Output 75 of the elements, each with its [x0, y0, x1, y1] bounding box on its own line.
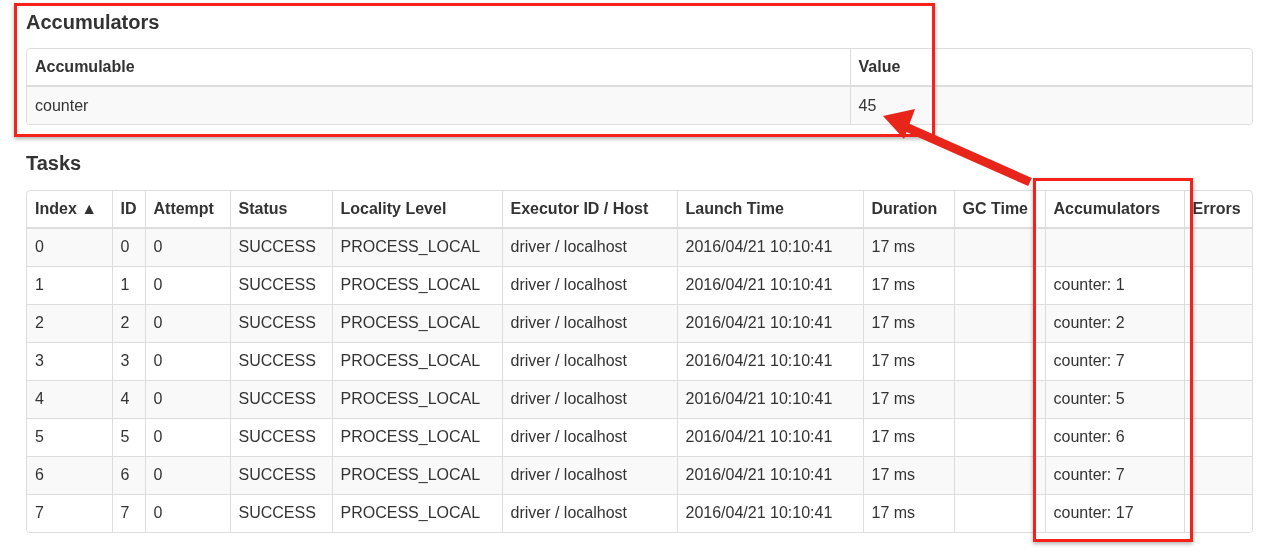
- table-cell: counter: [35, 96, 89, 114]
- table-cell: 5: [120, 428, 130, 445]
- table-cell: counter: 17: [1053, 504, 1134, 522]
- section-title: Accumulators: [26, 10, 161, 35]
- table-cell: counter: 6: [1053, 428, 1125, 445]
- table-cell: 0: [153, 504, 163, 522]
- table-cell: 45: [858, 96, 877, 114]
- table-cell: counter: 1: [1053, 276, 1125, 293]
- table-cell: SUCCESS: [238, 276, 316, 293]
- table-cell: 0: [153, 314, 163, 331]
- table-cell: SUCCESS: [238, 504, 316, 522]
- table-cell: SUCCESS: [238, 466, 316, 483]
- table-cell: 17 ms: [871, 466, 916, 483]
- table-cell: 3: [120, 352, 130, 369]
- table-cell: 0: [153, 428, 163, 445]
- table-cell: 1: [35, 276, 44, 293]
- table-cell: driver / localhost: [510, 428, 627, 445]
- table-cell: PROCESS_LOCAL: [340, 504, 481, 522]
- table-cell: PROCESS_LOCAL: [340, 390, 481, 407]
- table-cell: 17 ms: [871, 238, 916, 256]
- table-cell: 4: [35, 390, 44, 407]
- table-cell: 0: [153, 352, 163, 369]
- table-cell: driver / localhost: [510, 238, 627, 256]
- table-cell: counter: 7: [1053, 352, 1125, 369]
- table-cell: 7: [120, 504, 130, 522]
- table-cell: 2: [120, 314, 130, 331]
- table-cell: SUCCESS: [238, 238, 316, 256]
- table-cell: driver / localhost: [510, 466, 627, 483]
- table-cell: 17 ms: [871, 504, 916, 522]
- table-cell: 0: [153, 466, 163, 483]
- table-cell: 6: [35, 466, 44, 483]
- table-cell: 2016/04/21 10:10:41: [685, 314, 833, 331]
- table-cell: 6: [120, 466, 130, 483]
- table-cell: 2: [35, 314, 44, 331]
- table-cell: counter: 7: [1053, 466, 1125, 483]
- table-cell: SUCCESS: [238, 314, 316, 331]
- table-cell: 2016/04/21 10:10:41: [685, 238, 833, 256]
- table-cell: PROCESS_LOCAL: [340, 276, 481, 293]
- table-cell: 0: [120, 238, 130, 256]
- table-cell: driver / localhost: [510, 504, 627, 522]
- section-title: Tasks: [26, 151, 83, 176]
- table-cell: SUCCESS: [238, 352, 316, 369]
- table-cell: 2016/04/21 10:10:41: [685, 428, 833, 445]
- table-cell: 0: [153, 390, 163, 407]
- table-cell: 17 ms: [871, 390, 916, 407]
- table-cell: driver / localhost: [510, 352, 627, 369]
- table-cell: 2016/04/21 10:10:41: [685, 352, 833, 369]
- table-cell: counter: 5: [1053, 390, 1125, 407]
- table-cell: counter: 2: [1053, 314, 1125, 331]
- table-cell: PROCESS_LOCAL: [340, 428, 481, 445]
- table-cell: SUCCESS: [238, 428, 316, 445]
- table-cell: 17 ms: [871, 276, 916, 293]
- table-cell: PROCESS_LOCAL: [340, 238, 481, 256]
- table-cell: 17 ms: [871, 314, 916, 331]
- table-cell: PROCESS_LOCAL: [340, 352, 481, 369]
- table-cell: 1: [120, 276, 130, 293]
- table-cell: 2016/04/21 10:10:41: [685, 276, 833, 293]
- table-cell: 17 ms: [871, 352, 916, 369]
- table-cell: 7: [35, 504, 44, 522]
- table-cell: 3: [35, 352, 44, 369]
- table-cell: 17 ms: [871, 428, 916, 445]
- table-cell: driver / localhost: [510, 314, 627, 331]
- table-cell: PROCESS_LOCAL: [340, 314, 481, 331]
- table-cell: SUCCESS: [238, 390, 316, 407]
- table-cell: 0: [153, 238, 163, 256]
- table-cell: 2016/04/21 10:10:41: [685, 390, 833, 407]
- table-cell: driver / localhost: [510, 390, 627, 407]
- table-cell: 2016/04/21 10:10:41: [685, 466, 833, 483]
- table-cell: 0: [35, 238, 44, 256]
- table-cell: 0: [153, 276, 163, 293]
- table-cell: driver / localhost: [510, 276, 627, 293]
- table-cell: PROCESS_LOCAL: [340, 466, 481, 483]
- table-cell: 2016/04/21 10:10:41: [685, 504, 833, 522]
- table-cell: 4: [120, 390, 130, 407]
- table-cell: 5: [35, 428, 44, 445]
